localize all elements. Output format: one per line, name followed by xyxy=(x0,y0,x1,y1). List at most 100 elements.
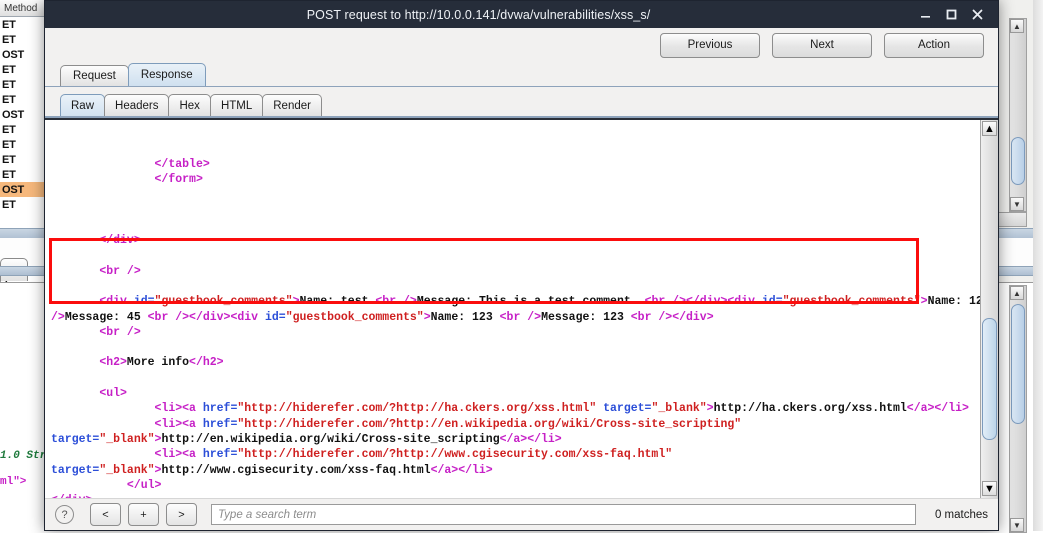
code-line: <br /> xyxy=(45,264,980,279)
code-line: <div id="guestbook_comments">Name: test … xyxy=(45,294,980,309)
code-token-tag: <br /> xyxy=(99,264,141,278)
search-input[interactable]: Type a search term xyxy=(211,504,916,525)
tab-label: Render xyxy=(273,99,311,112)
code-token-txt: http://www.cgisecurity.com/xss-faq.html xyxy=(161,463,431,477)
background-method-label: ET xyxy=(2,78,16,91)
code-token-attr: id= xyxy=(264,310,286,324)
close-icon[interactable] xyxy=(964,1,990,28)
code-token-attr: href= xyxy=(202,417,238,431)
dialog-toolbar: Previous Next Action xyxy=(45,28,998,62)
code-token-attr: href= xyxy=(202,448,238,462)
viewer-vertical-scrollbar[interactable]: ▲ ▼ xyxy=(980,120,998,498)
code-token-tag: </table> xyxy=(154,157,210,171)
background-lower-vertical-scrollbar[interactable]: ▲ ▼ xyxy=(1009,285,1027,533)
tab-label: Raw xyxy=(71,99,95,112)
code-line: <li><a href="http://hiderefer.com/?http:… xyxy=(45,447,980,462)
code-line: target="_blank">http://www.cgisecurity.c… xyxy=(45,463,980,478)
code-line: </table> xyxy=(45,157,980,172)
tab-label: HTML xyxy=(220,99,253,112)
viewer-scroll-down-arrow-icon[interactable]: ▼ xyxy=(982,481,997,496)
tab-label: Request xyxy=(73,70,116,82)
code-token-tag: </div> xyxy=(99,234,141,248)
background-method-label: ET xyxy=(2,138,16,151)
background-lower-scrollbar-thumb[interactable] xyxy=(1011,304,1025,424)
code-line: </form> xyxy=(45,172,980,187)
background-vertical-scrollbar[interactable]: ▲ ▼ xyxy=(1009,18,1027,212)
next-button[interactable]: Next xyxy=(772,32,872,58)
background-scroll-down-arrow-icon[interactable]: ▼ xyxy=(1010,197,1024,211)
code-token-tag: > xyxy=(920,295,928,309)
background-method-label: ET xyxy=(2,168,16,181)
message-tabs: Request Response xyxy=(45,62,998,87)
background-scroll-up-arrow-icon[interactable]: ▲ xyxy=(1010,19,1024,33)
code-token-attr: target= xyxy=(603,402,652,416)
view-tab-render[interactable]: Render xyxy=(262,94,322,116)
code-token-tag: <h2> xyxy=(99,356,127,370)
view-tabs: Raw Headers Hex HTML Render xyxy=(45,87,998,118)
view-tab-raw[interactable]: Raw xyxy=(60,94,106,116)
code-token-tag: > xyxy=(423,310,431,324)
code-token-tag: </ul> xyxy=(126,478,162,492)
background-method-label: OST xyxy=(2,108,25,121)
viewer-scrollbar-thumb[interactable] xyxy=(982,318,997,440)
code-token-attr: target= xyxy=(51,463,100,477)
code-token-txt: Name: 123 xyxy=(430,310,500,324)
code-token-tag: <li><a xyxy=(154,402,203,416)
code-token-txt: http://en.wikipedia.org/wiki/Cross-site_… xyxy=(161,432,500,446)
code-token-tag: </h2> xyxy=(189,356,224,370)
code-token-tag: <li><a xyxy=(154,417,203,431)
code-token-tag: /> xyxy=(51,310,65,324)
previous-button[interactable]: Previous xyxy=(660,32,760,58)
background-method-label: OST xyxy=(2,48,25,61)
previous-match-button[interactable]: < xyxy=(90,503,121,526)
background-scrollbar-thumb[interactable] xyxy=(1011,137,1025,185)
message-tab-request[interactable]: Request xyxy=(60,65,129,86)
background-method-label: ET xyxy=(2,63,16,76)
code-token-tag: <li><a xyxy=(154,448,203,462)
raw-response-text[interactable]: </table> </form> </div> <br /> <div id="… xyxy=(45,120,980,498)
background-method-label: ET xyxy=(2,123,16,136)
background-right-edge xyxy=(1033,0,1043,531)
code-token-tag: <br /></div><div xyxy=(644,295,762,309)
code-token-tag: </form> xyxy=(154,172,203,186)
view-tab-hex[interactable]: Hex xyxy=(168,94,211,116)
code-token-tag: <br /></div><div xyxy=(147,310,265,324)
code-line: target="_blank">http://en.wikipedia.org/… xyxy=(45,432,980,447)
code-token-attr: target= xyxy=(51,432,100,446)
message-tab-response[interactable]: Response xyxy=(127,63,206,86)
background-lower-scroll-up-arrow-icon[interactable]: ▲ xyxy=(1010,286,1024,300)
tab-label: Headers xyxy=(115,99,159,112)
view-tab-html[interactable]: HTML xyxy=(209,94,264,116)
background-lower-scroll-down-arrow-icon[interactable]: ▼ xyxy=(1010,518,1024,532)
dialog-titlebar[interactable]: POST request to http://10.0.0.141/dvwa/v… xyxy=(45,1,998,28)
add-search-button[interactable]: + xyxy=(128,503,159,526)
code-token-txt: Message: 45 xyxy=(64,310,148,324)
action-button[interactable]: Action xyxy=(884,32,984,58)
viewer-scroll-up-arrow-icon[interactable]: ▲ xyxy=(982,121,997,136)
tab-label: Hex xyxy=(179,99,200,112)
background-method-label: ET xyxy=(2,18,16,31)
code-token-str: "_blank" xyxy=(99,463,155,477)
code-token-tag: > xyxy=(706,402,714,416)
help-icon[interactable]: ? xyxy=(55,505,74,524)
background-method-label: ET xyxy=(2,153,16,166)
maximize-icon[interactable] xyxy=(938,1,964,28)
minimize-icon[interactable] xyxy=(912,1,938,28)
code-token-attr: href= xyxy=(202,402,238,416)
code-token-str: "_blank" xyxy=(651,402,707,416)
code-token-tag: </a></li> xyxy=(906,402,969,416)
code-token-tag: <div xyxy=(99,295,134,309)
dialog-title: POST request to http://10.0.0.141/dvwa/v… xyxy=(306,7,651,22)
code-token-tag: </div> xyxy=(51,494,92,498)
background-method-label: OST xyxy=(2,183,25,196)
search-statusbar: ? < + > Type a search term 0 matches xyxy=(45,498,998,530)
next-match-button[interactable]: > xyxy=(166,503,197,526)
code-token-txt: http://ha.ckers.org/xss.html xyxy=(713,402,907,416)
view-tab-headers[interactable]: Headers xyxy=(104,94,170,116)
